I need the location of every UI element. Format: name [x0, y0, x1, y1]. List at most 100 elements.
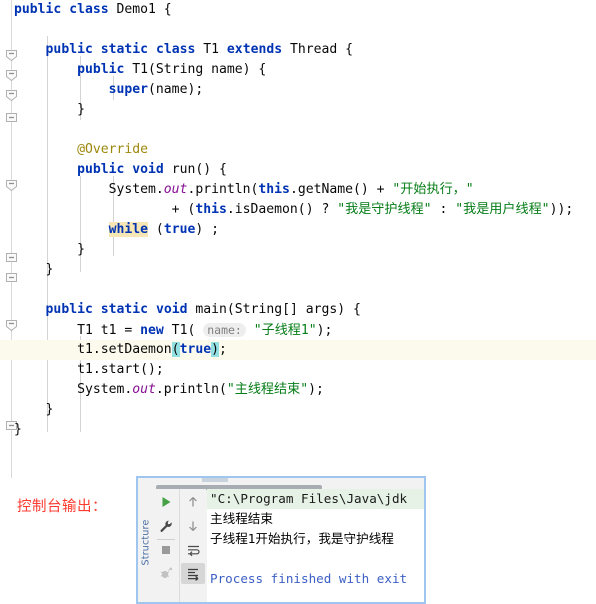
code-line[interactable]: } [14, 240, 596, 260]
code-token: ); [308, 382, 324, 397]
code-token: .getName() + [289, 182, 393, 197]
code-token: : [431, 202, 456, 217]
code-line[interactable] [14, 120, 596, 140]
console-line: 主线程结束 [210, 511, 273, 526]
code-token: Demo1 { [108, 2, 172, 17]
matched-bracket: ( [171, 342, 180, 357]
code-token: .println( [155, 382, 227, 397]
code-token: public [77, 162, 125, 177]
code-token: T1(String name) { [124, 62, 267, 77]
code-token: run() { [163, 162, 227, 177]
code-token: System. [14, 382, 133, 397]
code-line[interactable]: while (true) ; [14, 220, 596, 240]
rerun-failed-icon[interactable] [154, 563, 178, 584]
run-tool-window[interactable]: Structure "C:\Program Files\Java\jdk 主线程结… [136, 476, 426, 604]
code-line[interactable]: public static void main(String[] args) { [14, 300, 596, 320]
code-text[interactable]: public class Demo1 { public static class… [0, 0, 596, 440]
parameter-hint: name: [203, 323, 246, 337]
code-line[interactable]: super(name); [14, 80, 596, 100]
code-token: class [69, 2, 109, 17]
code-token: static [100, 302, 149, 317]
structure-tool-strip[interactable]: Structure [138, 489, 154, 602]
code-token: "子线程1" [253, 323, 317, 338]
code-line[interactable]: T1 t1 = new T1( name: "子线程1"); [14, 320, 596, 340]
code-token: @Override [77, 142, 149, 157]
code-token: super [108, 82, 149, 97]
soft-wrap-icon[interactable] [181, 539, 205, 560]
code-editor[interactable]: public class Demo1 { public static class… [0, 0, 596, 478]
code-line[interactable]: } [14, 420, 596, 440]
code-token: + ( [14, 202, 196, 217]
stop-icon[interactable] [154, 539, 178, 560]
down-arrow-icon[interactable] [181, 515, 205, 536]
code-line[interactable]: t1.setDaemon(true); [0, 340, 596, 360]
code-token: t1.start(); [14, 362, 164, 377]
console-toolbar-left[interactable] [153, 489, 180, 602]
code-token: main(String[] args) { [187, 302, 361, 317]
code-line[interactable]: } [14, 260, 596, 280]
code-line[interactable]: public static class T1 extends Thread { [14, 40, 596, 60]
scroll-to-end-icon[interactable] [181, 563, 205, 584]
console-tab-stub[interactable] [202, 478, 228, 482]
code-token: "主线程结束" [226, 382, 309, 397]
console-output-area[interactable]: "C:\Program Files\Java\jdk 主线程结束子线程1开始执行，… [207, 489, 424, 602]
code-token: )); [549, 202, 574, 217]
screen-root: public class Demo1 { public static class… [0, 0, 596, 604]
code-token: out [132, 382, 156, 397]
code-token: public [77, 62, 125, 77]
code-token: ( [148, 222, 164, 237]
code-token: (name); [148, 82, 204, 97]
code-token: T1( [163, 323, 204, 338]
console-line: 子线程1开始执行，我是守护线程 [210, 531, 394, 546]
code-line[interactable]: public class Demo1 { [14, 0, 596, 20]
matched-bracket: ) [211, 342, 219, 357]
wrench-icon[interactable] [154, 515, 178, 536]
code-token: "我是用户线程" [455, 202, 550, 217]
code-token: Thread { [282, 42, 354, 57]
code-token: ); [316, 323, 333, 338]
code-line[interactable]: System.out.println(this.getName() + "开始执… [14, 180, 596, 200]
code-token: "我是守护线程" [337, 202, 432, 217]
console-output-annotation: 控制台输出： [17, 499, 107, 515]
code-line[interactable]: } [14, 400, 596, 420]
console-line: "C:\Program Files\Java\jdk [207, 489, 424, 509]
code-line[interactable]: System.out.println("主线程结束"); [14, 380, 596, 400]
code-token: } [14, 402, 54, 417]
keyword-occurrence-highlight: while [108, 222, 149, 237]
console-toolbar-right[interactable] [180, 489, 206, 602]
code-token: out [163, 182, 188, 197]
code-line[interactable]: + (this.isDaemon() ? "我是守护线程" : "我是用户线程"… [14, 200, 596, 220]
structure-tab-label[interactable]: Structure [141, 515, 152, 571]
code-token: } [14, 102, 85, 117]
code-line[interactable] [14, 280, 596, 300]
code-token: static [100, 42, 149, 57]
code-token: .println( [187, 182, 259, 197]
console-top-bar [138, 478, 424, 490]
code-line[interactable]: public T1(String name) { [14, 60, 596, 80]
code-token: T1 [195, 42, 227, 57]
code-token: true [179, 342, 212, 357]
code-line[interactable]: public void run() { [14, 160, 596, 180]
code-line[interactable] [14, 20, 596, 40]
code-line[interactable]: } [14, 100, 596, 120]
code-token: extends [226, 42, 283, 57]
code-line[interactable]: @Override [14, 140, 596, 160]
code-token: ; [219, 342, 227, 357]
code-token: public [14, 2, 62, 17]
run-icon[interactable] [154, 491, 178, 512]
up-arrow-icon[interactable] [181, 491, 205, 512]
code-line[interactable]: t1.start(); [14, 360, 596, 380]
code-token: T1 t1 = [14, 323, 141, 338]
code-token: this [195, 202, 227, 217]
console-line: Process finished with exit [210, 571, 408, 586]
code-token: .isDaemon() ? [226, 202, 338, 217]
